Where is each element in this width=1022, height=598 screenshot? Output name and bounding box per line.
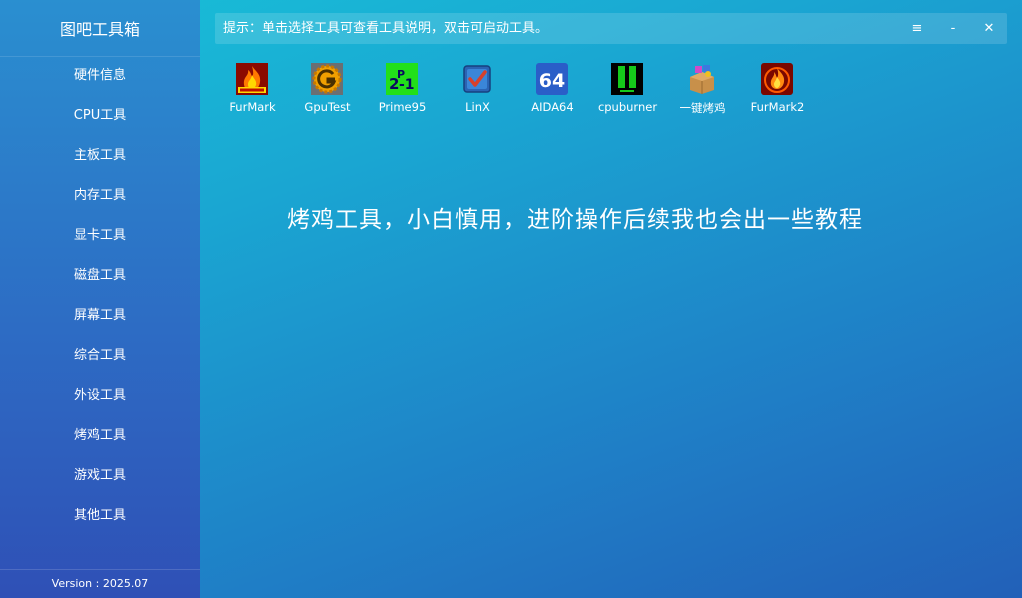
app-title: 图吧工具箱 (0, 0, 200, 57)
tool-label: Prime95 (378, 100, 427, 114)
sidebar-item-cpu-tools[interactable]: CPU工具 (0, 96, 200, 136)
tool-label: 一键烤鸡 (679, 101, 726, 115)
tool-aida64[interactable]: 64 AIDA64 (515, 60, 590, 116)
sidebar: 图吧工具箱 硬件信息 CPU工具 主板工具 内存工具 显卡工具 磁盘工具 屏幕工… (0, 0, 200, 598)
tool-label: FurMark2 (750, 100, 805, 114)
sidebar-nav: 硬件信息 CPU工具 主板工具 内存工具 显卡工具 磁盘工具 屏幕工具 综合工具… (0, 56, 200, 536)
menu-button[interactable]: ≡ (899, 13, 935, 44)
close-button[interactable]: ✕ (971, 13, 1007, 44)
sidebar-item-game-tools[interactable]: 游戏工具 (0, 456, 200, 496)
tool-furmark[interactable]: FurMark (215, 60, 290, 116)
sidebar-item-disk-tools[interactable]: 磁盘工具 (0, 256, 200, 296)
svg-text:-1: -1 (399, 77, 415, 93)
furmark2-icon (761, 63, 793, 95)
tool-label: LinX (465, 100, 490, 114)
sidebar-item-motherboard-tools[interactable]: 主板工具 (0, 136, 200, 176)
cpuburner-icon (611, 63, 643, 95)
sidebar-item-stress-tools[interactable]: 烤鸡工具 (0, 416, 200, 456)
tool-linx[interactable]: LinX (440, 60, 515, 116)
one-click-burn-icon (686, 63, 718, 95)
svg-text:64: 64 (539, 70, 565, 92)
tool-furmark2[interactable]: FurMark2 (740, 60, 815, 116)
tool-prime95[interactable]: 2 P -1 Prime95 (365, 60, 440, 116)
tool-cpuburner[interactable]: cpuburner (590, 60, 665, 116)
tool-label: GpuTest (304, 100, 351, 114)
gputest-icon (311, 63, 343, 95)
tool-label: AIDA64 (531, 100, 574, 114)
linx-icon (461, 63, 493, 95)
tool-one-click-burn[interactable]: 一键烤鸡 (665, 60, 740, 116)
tip-text: 提示：单击选择工具可查看工具说明，双击可启动工具。 (223, 21, 549, 36)
version-label: Version : 2025.07 (0, 569, 200, 598)
sidebar-item-other-tools[interactable]: 其他工具 (0, 496, 200, 536)
sidebar-item-memory-tools[interactable]: 内存工具 (0, 176, 200, 216)
sidebar-item-screen-tools[interactable]: 屏幕工具 (0, 296, 200, 336)
furmark-icon (236, 63, 268, 95)
sidebar-item-hardware-info[interactable]: 硬件信息 (0, 56, 200, 96)
tool-label: FurMark (229, 100, 276, 114)
sidebar-item-peripheral-tools[interactable]: 外设工具 (0, 376, 200, 416)
aida64-icon: 64 (536, 63, 568, 95)
tip-bar: 提示：单击选择工具可查看工具说明，双击可启动工具。 ≡ - ✕ (215, 13, 1007, 44)
page-headline: 烤鸡工具，小白慎用，进阶操作后续我也会出一些教程 (287, 207, 863, 233)
tool-gputest[interactable]: GpuTest (290, 60, 365, 116)
prime95-icon: 2 P -1 (386, 63, 418, 95)
sidebar-item-general-tools[interactable]: 综合工具 (0, 336, 200, 376)
sidebar-item-gpu-tools[interactable]: 显卡工具 (0, 216, 200, 256)
minimize-button[interactable]: - (935, 13, 971, 44)
tool-label: cpuburner (597, 100, 658, 114)
